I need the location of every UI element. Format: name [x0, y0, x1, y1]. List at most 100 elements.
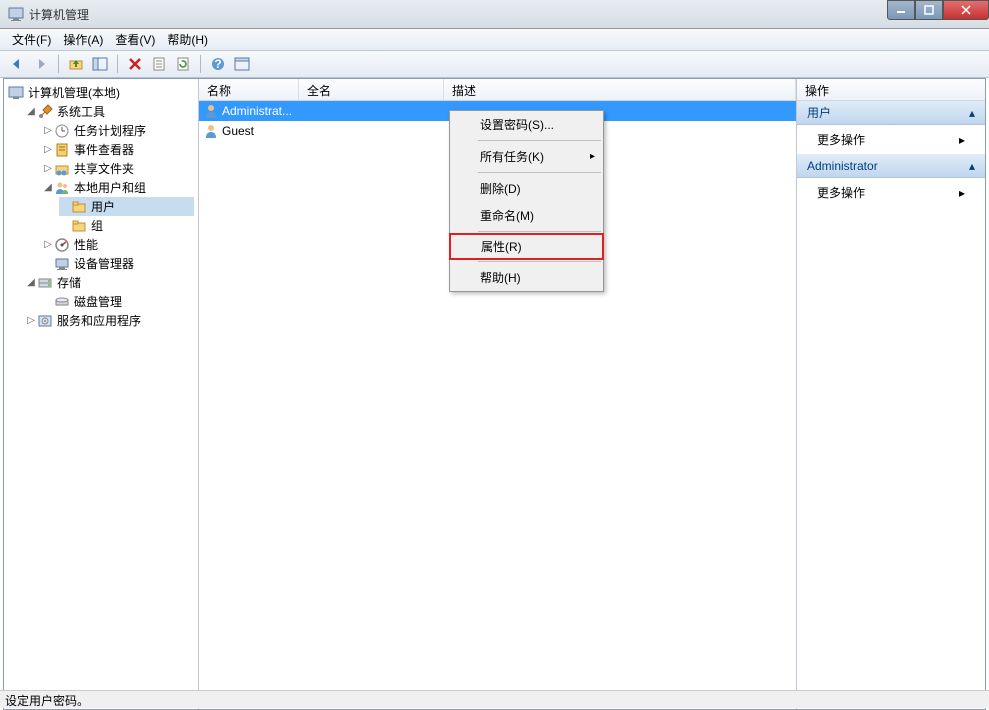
delete-button[interactable]: [124, 53, 146, 75]
tree-disk-management[interactable]: 磁盘管理: [42, 292, 194, 311]
menu-file[interactable]: 文件(F): [6, 29, 57, 50]
column-name[interactable]: 名称: [199, 79, 299, 100]
chevron-right-icon: ▸: [959, 133, 965, 147]
chevron-right-icon: ▸: [590, 151, 595, 162]
services-icon: [37, 313, 53, 329]
expand-icon[interactable]: ▷: [42, 163, 54, 174]
minimize-button[interactable]: [887, 0, 915, 20]
toolbar-separator: [200, 55, 201, 73]
event-icon: [54, 142, 70, 158]
status-text: 设定用户密码。: [5, 694, 89, 708]
folder-icon: [71, 218, 87, 234]
refresh-button[interactable]: [172, 53, 194, 75]
menu-help[interactable]: 帮助(H): [161, 29, 214, 50]
tree-root[interactable]: 计算机管理(本地): [8, 83, 194, 102]
maximize-button[interactable]: [915, 0, 943, 20]
link-label: 更多操作: [817, 184, 865, 201]
window-title: 计算机管理: [29, 6, 887, 23]
cm-set-password[interactable]: 设置密码(S)...: [450, 111, 603, 138]
expand-icon[interactable]: ▷: [42, 239, 54, 250]
help-button[interactable]: ?: [207, 53, 229, 75]
app-icon: [8, 6, 24, 22]
cm-help[interactable]: 帮助(H): [450, 264, 603, 291]
show-hide-tree-button[interactable]: [89, 53, 111, 75]
tree-label: 事件查看器: [74, 141, 134, 158]
link-label: 更多操作: [817, 131, 865, 148]
actions-more-admin[interactable]: 更多操作 ▸: [797, 178, 985, 207]
status-bar: 设定用户密码。: [0, 690, 989, 708]
user-icon: [203, 103, 219, 119]
tree-task-scheduler[interactable]: ▷ 任务计划程序: [42, 121, 194, 140]
cm-label: 帮助(H): [480, 269, 521, 286]
actions-title: 操作: [797, 79, 985, 101]
cm-label: 设置密码(S)...: [480, 116, 554, 133]
collapse-icon[interactable]: ◢: [42, 182, 54, 193]
tree-label: 本地用户和组: [74, 179, 146, 196]
forward-button[interactable]: [30, 53, 52, 75]
list-cell-name: Administrat...: [222, 104, 292, 118]
cm-label: 所有任务(K): [480, 148, 544, 165]
tree-label: 性能: [74, 236, 98, 253]
column-fullname[interactable]: 全名: [299, 79, 444, 100]
svg-text:?: ?: [214, 57, 221, 71]
collapse-icon[interactable]: ◢: [25, 277, 37, 288]
cm-separator: [478, 172, 601, 173]
storage-icon: [37, 275, 53, 291]
tree-label: 用户: [91, 198, 115, 215]
tree-shared-folders[interactable]: ▷ 共享文件夹: [42, 159, 194, 178]
menu-view[interactable]: 查看(V): [109, 29, 161, 50]
expand-icon[interactable]: ▷: [42, 144, 54, 155]
toolbar-separator: [58, 55, 59, 73]
performance-icon: [54, 237, 70, 253]
context-menu: 设置密码(S)... 所有任务(K) ▸ 删除(D) 重命名(M) 属性(R) 帮…: [449, 110, 604, 292]
tree-label: 设备管理器: [74, 255, 134, 272]
tree-users[interactable]: 用户: [59, 197, 194, 216]
cm-label: 属性(R): [481, 238, 522, 255]
expand-icon[interactable]: ▷: [25, 315, 37, 326]
tree-device-manager[interactable]: 设备管理器: [42, 254, 194, 273]
menu-action[interactable]: 操作(A): [57, 29, 109, 50]
export-list-button[interactable]: [231, 53, 253, 75]
collapse-arrow-icon: ▴: [969, 106, 975, 120]
disk-icon: [54, 294, 70, 310]
expand-icon[interactable]: ▷: [42, 125, 54, 136]
tree-system-tools[interactable]: ◢ 系统工具: [25, 102, 194, 121]
collapse-arrow-icon: ▴: [969, 159, 975, 173]
shared-folder-icon: [54, 161, 70, 177]
cm-delete[interactable]: 删除(D): [450, 175, 603, 202]
toolbar: ?: [0, 51, 989, 78]
actions-section-users[interactable]: 用户 ▴: [797, 101, 985, 125]
tree-storage[interactable]: ◢ 存储: [25, 273, 194, 292]
tree-groups[interactable]: 组: [59, 216, 194, 235]
chevron-right-icon: ▸: [959, 186, 965, 200]
collapse-icon[interactable]: ◢: [25, 106, 37, 117]
cm-rename[interactable]: 重命名(M): [450, 202, 603, 229]
cm-all-tasks[interactable]: 所有任务(K) ▸: [450, 143, 603, 170]
tree-local-users[interactable]: ◢ 本地用户和组: [42, 178, 194, 197]
column-description[interactable]: 描述: [444, 79, 796, 100]
actions-section-administrator[interactable]: Administrator ▴: [797, 154, 985, 178]
list-header: 名称 全名 描述: [199, 79, 796, 101]
cm-separator: [478, 140, 601, 141]
cm-separator: [478, 231, 601, 232]
computer-mgmt-icon: [8, 85, 24, 101]
tree-event-viewer[interactable]: ▷ 事件查看器: [42, 140, 194, 159]
cm-label: 重命名(M): [480, 207, 534, 224]
close-button[interactable]: [943, 0, 989, 20]
tree-label: 组: [91, 217, 103, 234]
up-folder-button[interactable]: [65, 53, 87, 75]
tree-services-apps[interactable]: ▷ 服务和应用程序: [25, 311, 194, 330]
navigation-tree: 计算机管理(本地) ◢ 系统工具 ▷ 任务计划程序 ▷ 事件查看器: [4, 79, 199, 709]
tools-icon: [37, 104, 53, 120]
folder-icon: [71, 199, 87, 215]
properties-button[interactable]: [148, 53, 170, 75]
menu-bar: 文件(F) 操作(A) 查看(V) 帮助(H): [0, 29, 989, 51]
back-button[interactable]: [6, 53, 28, 75]
tree-performance[interactable]: ▷ 性能: [42, 235, 194, 254]
cm-properties[interactable]: 属性(R): [449, 233, 604, 260]
clock-icon: [54, 123, 70, 139]
actions-more-users[interactable]: 更多操作 ▸: [797, 125, 985, 154]
tree-label: 磁盘管理: [74, 293, 122, 310]
tree-label: 计算机管理(本地): [28, 84, 120, 101]
tree-label: 服务和应用程序: [57, 312, 141, 329]
